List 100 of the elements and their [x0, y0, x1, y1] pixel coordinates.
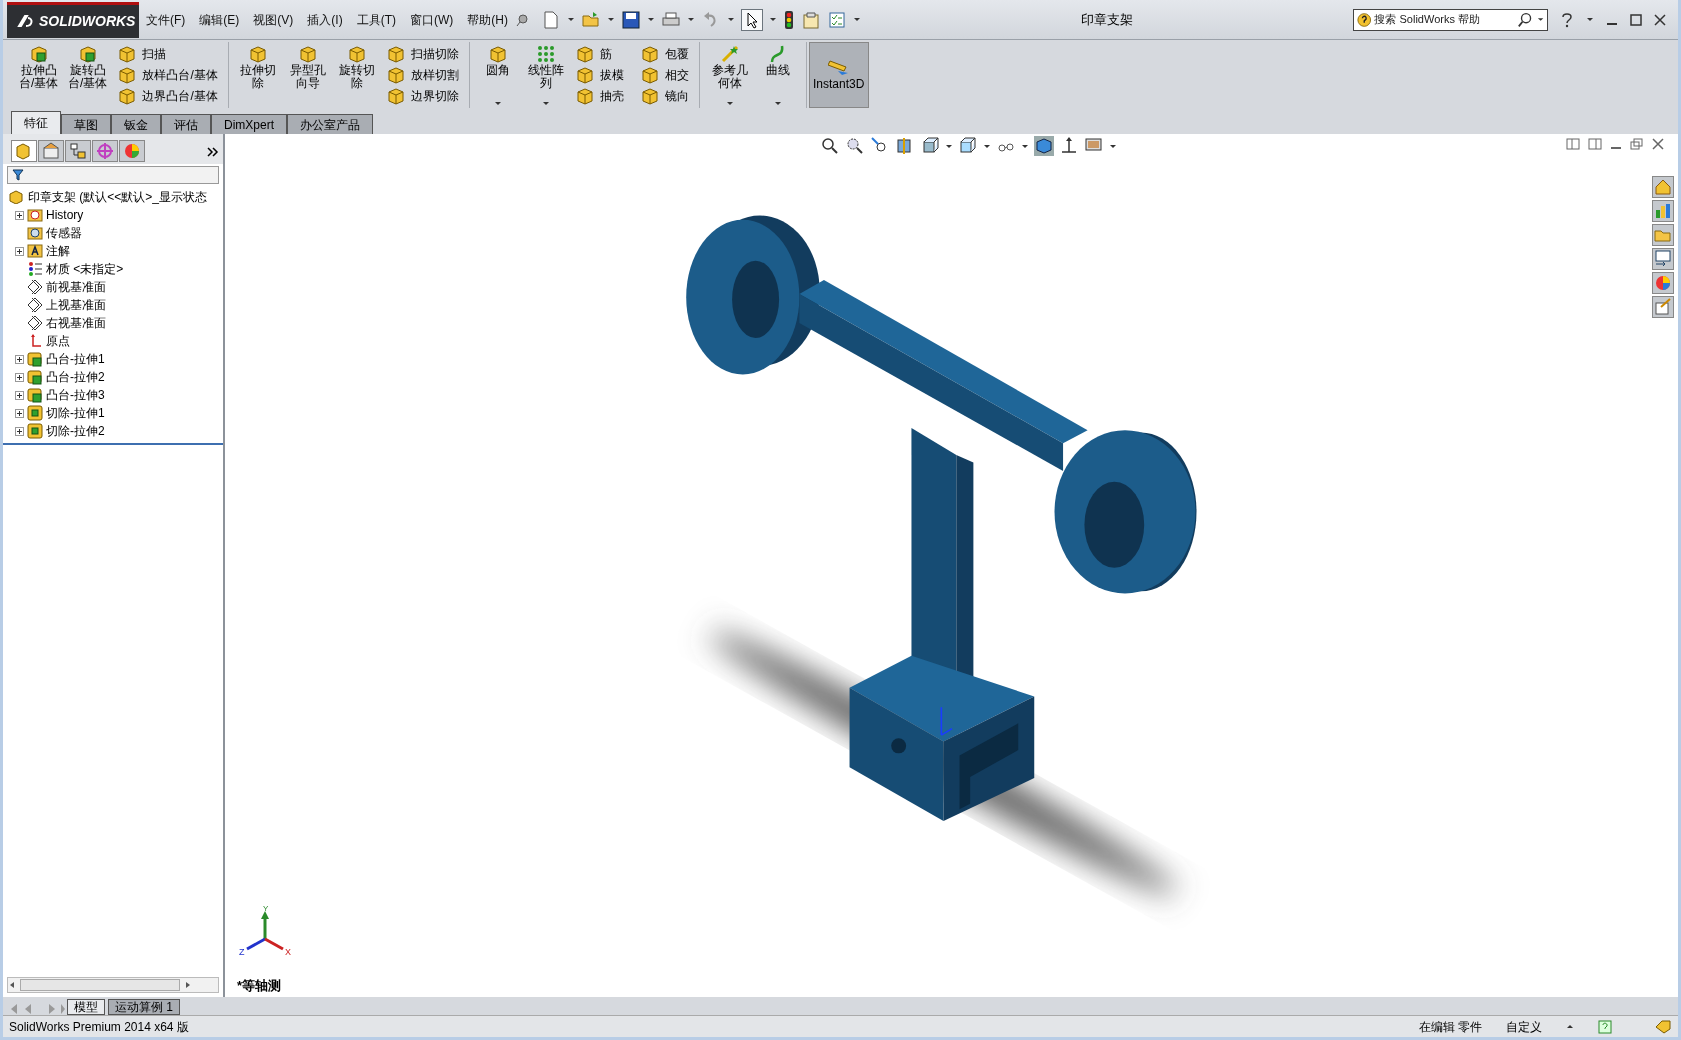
- expander-toggle[interactable]: [15, 372, 24, 382]
- stacked-cube-icon[interactable]: [920, 136, 940, 156]
- arrow-left-icon[interactable]: [8, 981, 16, 989]
- menu-item[interactable]: 文件(F): [139, 10, 193, 29]
- checklist-icon[interactable]: [827, 9, 847, 30]
- caret-icon[interactable]: [853, 17, 861, 22]
- task-pane-tab[interactable]: [1652, 248, 1674, 270]
- tree-item[interactable]: 凸台-拉伸2: [46, 368, 105, 386]
- ribbon-button[interactable]: 异型孔向导: [283, 42, 332, 108]
- expander-toggle[interactable]: [15, 408, 24, 418]
- ribbon-button[interactable]: 相交: [636, 65, 694, 85]
- new-document-icon[interactable]: [541, 9, 561, 30]
- ribbon-button[interactable]: 边界凸台/基体: [113, 86, 222, 106]
- ribbon-button[interactable]: 圆角: [476, 42, 521, 108]
- arrow-right-icon[interactable]: [184, 981, 192, 989]
- tree-item[interactable]: 前视基准面: [46, 278, 106, 296]
- caret-icon[interactable]: [567, 17, 575, 22]
- ribbon-button[interactable]: 抽壳: [571, 86, 629, 106]
- close-icon[interactable]: [1652, 138, 1664, 150]
- menu-item[interactable]: 插入(I): [300, 10, 350, 29]
- caret-icon[interactable]: [727, 17, 735, 22]
- panel-tab[interactable]: [11, 140, 37, 162]
- task-pane-tab[interactable]: [1652, 176, 1674, 198]
- caret-up-icon[interactable]: [1566, 1024, 1574, 1029]
- clipboard-icon[interactable]: [801, 9, 821, 30]
- shaded-cube-icon[interactable]: [1034, 136, 1054, 156]
- caret-icon[interactable]: [1586, 17, 1594, 22]
- menu-item[interactable]: 帮助(H): [460, 10, 515, 29]
- tree-item[interactable]: 切除-拉伸2: [46, 422, 105, 440]
- ribbon-button[interactable]: 边界切除: [382, 86, 464, 106]
- cube-icon[interactable]: [958, 136, 978, 156]
- command-tab[interactable]: 办公室产品: [287, 114, 373, 134]
- instant3d-button[interactable]: Instant3D: [808, 42, 869, 108]
- search-field[interactable]: 搜索 SolidWorks 帮助: [1353, 8, 1548, 31]
- ribbon-button[interactable]: 线性阵列: [522, 42, 570, 108]
- caret-icon[interactable]: [607, 17, 615, 22]
- command-tab[interactable]: 评估: [161, 114, 211, 134]
- caret-icon[interactable]: [541, 101, 550, 106]
- status-text[interactable]: 自定义: [1506, 1017, 1542, 1036]
- tag-icon[interactable]: [1654, 1020, 1672, 1035]
- caret-icon[interactable]: [647, 17, 655, 22]
- ribbon-button[interactable]: 旋转凸台/基体: [64, 42, 112, 108]
- tree-item[interactable]: 原点: [46, 332, 70, 350]
- caret-icon[interactable]: [1109, 143, 1117, 149]
- task-pane-tab[interactable]: [1652, 296, 1674, 318]
- search-icon[interactable]: [1517, 10, 1534, 29]
- task-pane-tab[interactable]: [1652, 200, 1674, 222]
- traffic-light-icon[interactable]: [783, 9, 795, 30]
- help-icon[interactable]: [1560, 11, 1574, 28]
- ribbon-button[interactable]: 筋: [571, 44, 629, 64]
- command-tab[interactable]: 特征: [11, 111, 61, 134]
- magnifier-icon[interactable]: [820, 136, 840, 156]
- ribbon-button[interactable]: 放样凸台/基体: [113, 65, 222, 85]
- caret-icon[interactable]: [687, 17, 695, 22]
- ribbon-button[interactable]: 拉伸凸台/基体: [15, 42, 63, 108]
- caret-icon[interactable]: [1536, 17, 1544, 22]
- maximize-icon[interactable]: [1630, 13, 1642, 26]
- caret-icon[interactable]: [769, 17, 777, 22]
- tree-item[interactable]: 右视基准面: [46, 314, 106, 332]
- menu-item[interactable]: 视图(V): [246, 10, 301, 29]
- command-tab[interactable]: DimXpert: [211, 114, 287, 134]
- ribbon-button[interactable]: 扫描切除: [382, 44, 464, 64]
- menu-item[interactable]: 工具(T): [349, 10, 403, 29]
- axis-plane-icon[interactable]: [1059, 136, 1079, 156]
- ribbon-button[interactable]: 参考几何体: [706, 42, 754, 108]
- tree-item[interactable]: 传感器: [46, 224, 82, 242]
- tree-item[interactable]: 切除-拉伸1: [46, 404, 105, 422]
- expander-toggle[interactable]: [15, 426, 24, 436]
- ribbon-button[interactable]: 镜向: [636, 86, 694, 106]
- tree-item[interactable]: History: [46, 206, 84, 224]
- restore-icon[interactable]: [1630, 138, 1644, 150]
- tree-item[interactable]: 凸台-拉伸3: [46, 386, 105, 404]
- folder-icon[interactable]: [581, 9, 601, 30]
- caret-icon[interactable]: [945, 143, 953, 149]
- menu-item[interactable]: 编辑(E): [192, 10, 247, 29]
- caret-icon[interactable]: [1021, 143, 1029, 149]
- tree-item[interactable]: 印章支架 (默认<<默认>_显示状态: [28, 188, 208, 206]
- caret-icon[interactable]: [983, 143, 991, 149]
- tree-item[interactable]: 注解: [46, 242, 70, 260]
- expander-toggle[interactable]: [15, 390, 24, 400]
- panel-tab[interactable]: [65, 140, 91, 162]
- panel-tab[interactable]: [38, 140, 64, 162]
- pin-icon[interactable]: [515, 12, 529, 27]
- tree-item[interactable]: 材质 <未指定>: [46, 260, 124, 278]
- ribbon-button[interactable]: 包覆: [636, 44, 694, 64]
- panel-tab[interactable]: [92, 140, 118, 162]
- ribbon-button[interactable]: 曲线: [755, 42, 800, 108]
- bracket-model-drawing[interactable]: [686, 215, 1197, 821]
- double-chevron-icon[interactable]: [207, 146, 219, 157]
- tree-item[interactable]: 上视基准面: [46, 296, 106, 314]
- ribbon-button[interactable]: 拉伸切除: [234, 42, 282, 108]
- ribbon-button[interactable]: 扫描: [113, 44, 222, 64]
- caret-icon[interactable]: [773, 101, 782, 106]
- command-tab[interactable]: 草图: [61, 114, 111, 134]
- menu-item[interactable]: 窗口(W): [403, 10, 461, 29]
- filter-field[interactable]: [7, 166, 219, 184]
- magnifier-icon[interactable]: [845, 136, 865, 156]
- expander-toggle[interactable]: [15, 354, 24, 364]
- tile-right-icon[interactable]: [1588, 138, 1602, 150]
- ribbon-button[interactable]: 放样切割: [382, 65, 464, 85]
